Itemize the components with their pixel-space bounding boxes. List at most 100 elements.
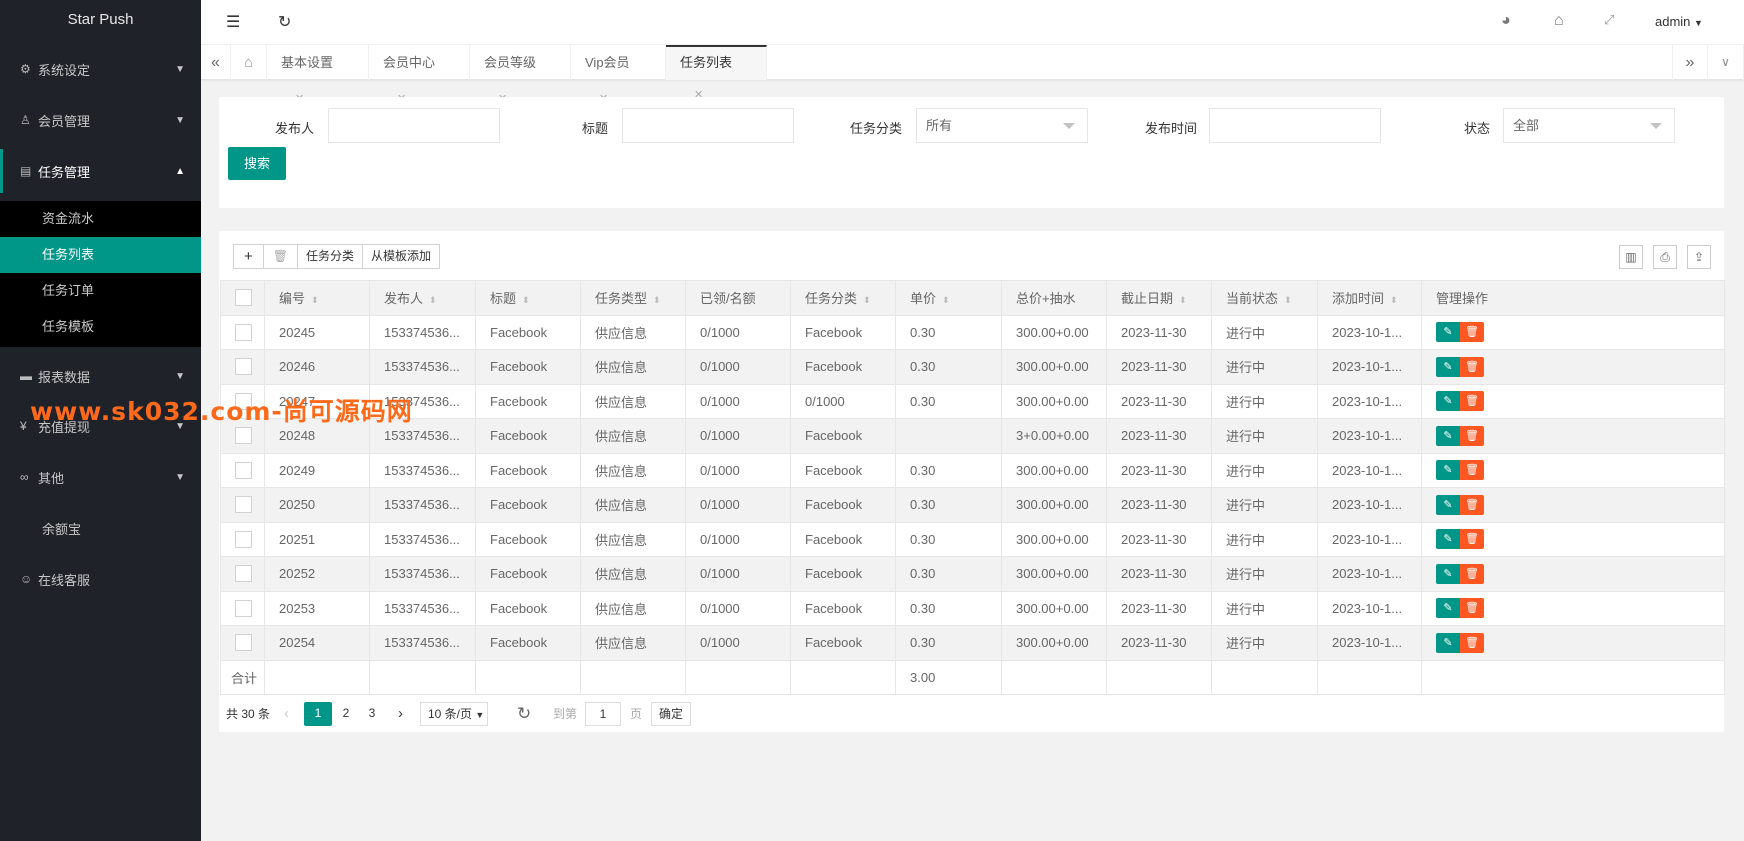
status-select[interactable]: 全部	[1503, 108, 1675, 143]
sort-icon[interactable]: ⬍	[942, 295, 950, 305]
trash-icon[interactable]: 🗑	[1460, 356, 1484, 377]
add-button[interactable]: +	[234, 245, 264, 268]
column-header[interactable]: 任务类型 ⬍	[580, 280, 686, 316]
trash-icon[interactable]: 🗑	[1460, 494, 1484, 515]
tab-member-center[interactable]: 会员中心✕	[369, 45, 470, 105]
trash-icon[interactable]: 🗑	[1460, 598, 1484, 619]
sidebar-sub-task-list[interactable]: 任务列表	[0, 237, 201, 273]
sort-icon[interactable]: ⬍	[1284, 295, 1292, 305]
table-cell: 2023-10-1...	[1317, 452, 1422, 488]
row-checkbox[interactable]	[220, 556, 265, 592]
tab-vip[interactable]: Vip会员✕	[571, 45, 666, 105]
table-cell: 20253	[264, 590, 370, 626]
table-cell: 153374536...	[369, 349, 476, 385]
tabs-scroll-right-icon[interactable]: »	[1672, 45, 1708, 80]
sidebar-sub-fund-flow[interactable]: 资金流水	[0, 201, 201, 237]
sort-icon[interactable]: ⬍	[1390, 295, 1398, 305]
sidebar-sub-task-orders[interactable]: 任务订单	[0, 273, 201, 309]
columns-filter-icon[interactable]: ▥	[1619, 245, 1643, 269]
column-header[interactable]: 标题 ⬍	[475, 280, 581, 316]
row-checkbox[interactable]	[220, 521, 265, 557]
edit-icon[interactable]: ✎	[1436, 598, 1460, 619]
table-cell: Facebook	[790, 521, 896, 557]
row-checkbox[interactable]	[220, 349, 265, 385]
sort-icon[interactable]: ⬍	[311, 295, 319, 305]
trash-icon[interactable]: 🗑	[1460, 322, 1484, 343]
row-checkbox[interactable]	[220, 625, 265, 661]
home-tab-icon[interactable]: ⌂	[231, 45, 267, 80]
sidebar-item-yuebao[interactable]: 余额宝	[0, 506, 201, 550]
table-cell: 20251	[264, 521, 370, 557]
palette-icon[interactable]: ◕	[1501, 12, 1511, 30]
trash-icon[interactable]: 🗑	[1460, 529, 1484, 550]
page-3[interactable]: 3	[363, 702, 381, 726]
trash-icon[interactable]: 🗑	[1460, 425, 1484, 446]
sidebar-item-members[interactable]: ♙ 会员管理 ▼	[0, 98, 201, 142]
row-checkbox[interactable]	[220, 487, 265, 523]
sort-icon[interactable]: ⬍	[429, 295, 437, 305]
select-all-checkbox[interactable]	[220, 280, 265, 316]
column-header[interactable]: 单价 ⬍	[895, 280, 1002, 316]
row-checkbox[interactable]	[220, 590, 265, 626]
sort-icon[interactable]: ⬍	[653, 295, 661, 305]
export-icon[interactable]: ⇪	[1687, 245, 1711, 269]
column-header[interactable]: 发布人 ⬍	[369, 280, 476, 316]
row-actions: ✎ 🗑	[1421, 487, 1725, 523]
tabs-menu-chevron-icon[interactable]: ∨	[1708, 45, 1744, 80]
edit-icon[interactable]: ✎	[1436, 322, 1460, 343]
edit-icon[interactable]: ✎	[1436, 460, 1460, 481]
column-header[interactable]: 任务分类 ⬍	[790, 280, 896, 316]
edit-icon[interactable]: ✎	[1436, 494, 1460, 515]
tab-basic-settings[interactable]: 基本设置✕	[267, 45, 369, 105]
search-button[interactable]: 搜索	[228, 147, 286, 180]
edit-icon[interactable]: ✎	[1436, 632, 1460, 653]
user-menu[interactable]: admin ▼	[1655, 14, 1703, 29]
page-2[interactable]: 2	[337, 702, 355, 726]
sort-icon[interactable]: ⬍	[1179, 295, 1187, 305]
tab-task-list[interactable]: 任务列表✕	[666, 45, 767, 101]
page-1[interactable]: 1	[304, 702, 332, 726]
goto-page-input[interactable]: 1	[585, 702, 621, 726]
column-header[interactable]: 截止日期 ⬍	[1106, 280, 1212, 316]
next-page-icon[interactable]: ›	[398, 702, 403, 726]
trash-icon[interactable]: 🗑	[1460, 632, 1484, 653]
print-icon[interactable]: ⎙	[1653, 245, 1677, 269]
edit-icon[interactable]: ✎	[1436, 425, 1460, 446]
prev-page-icon[interactable]: ‹	[284, 702, 289, 726]
sidebar-item-support[interactable]: ☺ 在线客服	[0, 557, 201, 601]
delete-button[interactable]: 🗑	[264, 245, 298, 268]
sidebar-sub-task-templates[interactable]: 任务模板	[0, 309, 201, 347]
trash-icon[interactable]: 🗑	[1460, 563, 1484, 584]
sort-icon[interactable]: ⬍	[522, 295, 530, 305]
publisher-input[interactable]	[328, 108, 500, 143]
column-header[interactable]: 编号 ⬍	[264, 280, 370, 316]
edit-icon[interactable]: ✎	[1436, 529, 1460, 550]
sidebar-item-other[interactable]: ∞ 其他 ▼	[0, 455, 201, 499]
row-checkbox[interactable]	[220, 314, 265, 350]
fullscreen-icon[interactable]: ⤢	[1604, 12, 1614, 28]
column-header[interactable]: 添加时间 ⬍	[1317, 280, 1422, 316]
edit-icon[interactable]: ✎	[1436, 563, 1460, 584]
tabs-scroll-left-icon[interactable]: «	[201, 45, 231, 80]
row-checkbox[interactable]	[220, 452, 265, 488]
page-size-select[interactable]: 10 条/页 ▼	[420, 702, 488, 726]
from-template-button[interactable]: 从模板添加	[363, 245, 439, 268]
category-select[interactable]: 所有	[916, 108, 1088, 143]
edit-icon[interactable]: ✎	[1436, 391, 1460, 412]
refresh-icon[interactable]: ↻	[278, 12, 291, 32]
sidebar-item-system[interactable]: ⚙ 系统设定 ▼	[0, 47, 201, 91]
tab-member-level[interactable]: 会员等级✕	[470, 45, 571, 105]
sort-icon[interactable]: ⬍	[863, 295, 871, 305]
trash-icon[interactable]: 🗑	[1460, 391, 1484, 412]
tag-icon[interactable]: ⌂	[1554, 12, 1564, 30]
time-input[interactable]	[1209, 108, 1381, 143]
column-header[interactable]: 当前状态 ⬍	[1211, 280, 1318, 316]
sidebar-item-tasks[interactable]: ▤ 任务管理 ▲	[0, 149, 201, 193]
refresh-page-icon[interactable]: ↻	[517, 702, 531, 726]
title-input[interactable]	[622, 108, 794, 143]
trash-icon[interactable]: 🗑	[1460, 460, 1484, 481]
edit-icon[interactable]: ✎	[1436, 356, 1460, 377]
task-category-button[interactable]: 任务分类	[298, 245, 364, 268]
goto-confirm-button[interactable]: 确定	[651, 702, 691, 726]
menu-toggle-icon[interactable]: ☰	[226, 12, 240, 32]
